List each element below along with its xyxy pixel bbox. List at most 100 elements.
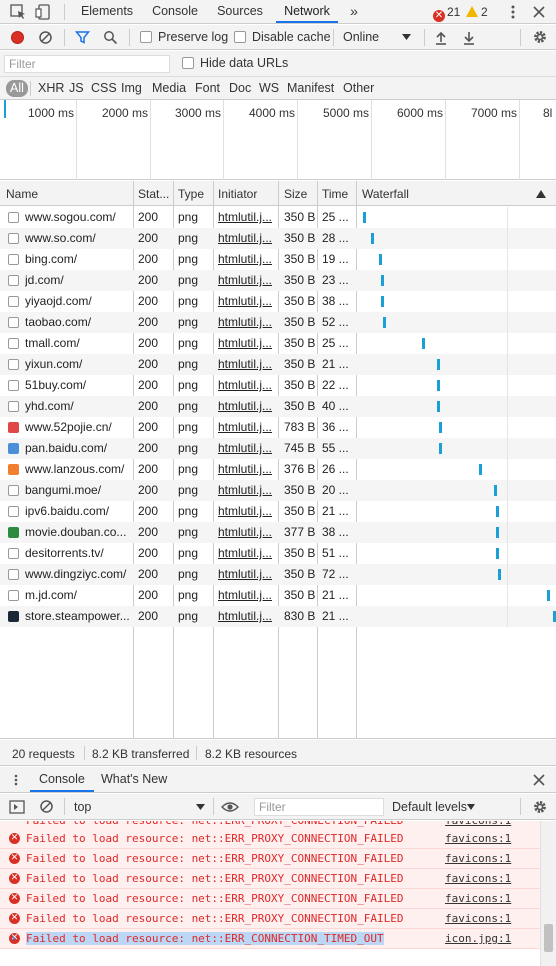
throttling-select[interactable]: Online [343, 30, 379, 44]
request-initiator-link[interactable]: htmlutil.j... [218, 252, 276, 266]
request-initiator-link[interactable]: htmlutil.j... [218, 315, 276, 329]
hide-data-urls-checkbox[interactable] [182, 57, 194, 69]
clear-console-icon[interactable] [39, 799, 54, 814]
request-initiator-link[interactable]: htmlutil.j... [218, 273, 276, 287]
table-row[interactable]: www.dingziyc.com/200 png htmlutil.j... 350 … [0, 564, 556, 585]
filter-input[interactable]: Filter [4, 55, 170, 73]
context-select[interactable]: top [74, 800, 91, 814]
table-row[interactable]: www.52pojie.cn/200 png htmlutil.j... 783 B 3… [0, 417, 556, 438]
request-name[interactable]: ipv6.baidu.com/ [25, 504, 131, 518]
column-size[interactable]: Size [284, 187, 307, 201]
table-row[interactable]: yixun.com/200 png htmlutil.j... 350 B 21 ... [0, 354, 556, 375]
type-css[interactable]: CSS [88, 80, 120, 97]
type-other[interactable]: Other [340, 80, 377, 97]
console-prompt-icon[interactable]: › [10, 931, 17, 945]
request-initiator-link[interactable]: htmlutil.j... [218, 546, 276, 560]
request-name[interactable]: jd.com/ [25, 273, 131, 287]
record-button[interactable] [11, 31, 24, 44]
export-har-icon[interactable] [462, 30, 476, 45]
close-icon[interactable] [530, 3, 548, 21]
request-name[interactable]: desitorrents.tv/ [25, 546, 131, 560]
request-initiator-link[interactable]: htmlutil.j... [218, 336, 276, 350]
request-name[interactable]: www.sogou.com/ [25, 210, 131, 224]
console-message-source[interactable]: favicons:1 [445, 872, 511, 885]
drawer-tab-console[interactable]: Console [30, 767, 94, 792]
console-message-source[interactable]: favicons:1 [445, 852, 511, 865]
request-initiator-link[interactable]: htmlutil.j... [218, 357, 276, 371]
request-initiator-link[interactable]: htmlutil.j... [218, 231, 276, 245]
error-count-badge[interactable]: ✕ 21 [433, 5, 460, 22]
filter-icon[interactable] [75, 30, 90, 45]
log-levels-select[interactable]: Default levels [392, 800, 467, 814]
table-row[interactable]: bangumi.moe/200 png htmlutil.j... 350 B 20 .… [0, 480, 556, 501]
table-row[interactable]: m.jd.com/200 png htmlutil.j... 350 B 21 ... [0, 585, 556, 606]
table-row[interactable]: yiyaojd.com/200 png htmlutil.j... 350 B 38 .… [0, 291, 556, 312]
console-filter-input[interactable]: Filter [254, 798, 384, 816]
console-message-source[interactable]: favicons:1 [445, 832, 511, 845]
request-name[interactable]: yiyaojd.com/ [25, 294, 131, 308]
request-name[interactable]: www.52pojie.cn/ [25, 420, 131, 434]
search-icon[interactable] [103, 30, 118, 45]
preserve-log-checkbox[interactable] [140, 31, 152, 43]
request-name[interactable]: tmall.com/ [25, 336, 131, 350]
type-js[interactable]: JS [66, 80, 87, 97]
request-initiator-link[interactable]: htmlutil.j... [218, 294, 276, 308]
request-name[interactable]: movie.douban.co... [25, 525, 131, 539]
import-har-icon[interactable] [434, 30, 448, 45]
request-initiator-link[interactable]: htmlutil.j... [218, 441, 276, 455]
type-ws[interactable]: WS [256, 80, 282, 97]
type-media[interactable]: Media [149, 80, 189, 97]
request-initiator-link[interactable]: htmlutil.j... [218, 525, 276, 539]
table-row[interactable]: bing.com/200 png htmlutil.j... 350 B 19 ... [0, 249, 556, 270]
eye-icon[interactable] [221, 801, 239, 813]
close-drawer-icon[interactable] [533, 774, 545, 786]
request-initiator-link[interactable]: htmlutil.j... [218, 567, 276, 581]
more-tabs-icon[interactable]: » [344, 0, 364, 23]
request-initiator-link[interactable]: htmlutil.j... [218, 609, 276, 623]
request-name[interactable]: www.so.com/ [25, 231, 131, 245]
request-name[interactable]: pan.baidu.com/ [25, 441, 131, 455]
type-xhr[interactable]: XHR [35, 80, 67, 97]
column-name[interactable]: Name [6, 187, 38, 201]
request-initiator-link[interactable]: htmlutil.j... [218, 462, 276, 476]
column-status[interactable]: Stat... [138, 187, 169, 201]
column-initiator[interactable]: Initiator [218, 187, 257, 201]
request-initiator-link[interactable]: htmlutil.j... [218, 399, 276, 413]
tab-sources[interactable]: Sources [212, 0, 268, 23]
request-name[interactable]: yixun.com/ [25, 357, 131, 371]
column-time[interactable]: Time [322, 187, 348, 201]
request-initiator-link[interactable]: htmlutil.j... [218, 504, 276, 518]
console-message-source[interactable]: favicons:1 [445, 821, 511, 827]
request-initiator-link[interactable]: htmlutil.j... [218, 588, 276, 602]
request-initiator-link[interactable]: htmlutil.j... [218, 420, 276, 434]
request-name[interactable]: www.lanzous.com/ [25, 462, 131, 476]
type-img[interactable]: Img [118, 80, 145, 97]
request-name[interactable]: 51buy.com/ [25, 378, 131, 392]
request-name[interactable]: bangumi.moe/ [25, 483, 131, 497]
disable-cache-checkbox[interactable] [234, 31, 246, 43]
table-row[interactable]: 51buy.com/200 png htmlutil.j... 350 B 22 ... [0, 375, 556, 396]
drawer-menu-icon[interactable] [10, 774, 22, 786]
table-row[interactable]: store.steampower... 200 png htmlutil.j... 83… [0, 606, 556, 627]
scrollbar-thumb[interactable] [544, 924, 553, 952]
console-message-source[interactable]: icon.jpg:1 [445, 932, 511, 945]
request-name[interactable]: m.jd.com/ [25, 588, 131, 602]
tab-console[interactable]: Console [146, 0, 204, 23]
column-waterfall[interactable]: Waterfall [362, 187, 409, 201]
table-row[interactable]: yhd.com/200 png htmlutil.j... 350 B 40 ... [0, 396, 556, 417]
request-name[interactable]: taobao.com/ [25, 315, 131, 329]
warning-count-badge[interactable]: 2 [466, 5, 488, 19]
table-row[interactable]: www.so.com/200 png htmlutil.j... 350 B 28 ..… [0, 228, 556, 249]
request-initiator-link[interactable]: htmlutil.j... [218, 483, 276, 497]
table-row[interactable]: taobao.com/200 png htmlutil.j... 350 B 52 ..… [0, 312, 556, 333]
clear-icon[interactable] [38, 30, 53, 45]
type-doc[interactable]: Doc [226, 80, 254, 97]
table-row[interactable]: ipv6.baidu.com/200 png htmlutil.j... 350 B 2… [0, 501, 556, 522]
request-name[interactable]: bing.com/ [25, 252, 131, 266]
console-message-source[interactable]: favicons:1 [445, 912, 511, 925]
gear-icon[interactable] [532, 29, 548, 45]
timeline-overview[interactable]: 1000 ms 2000 ms 3000 ms 4000 ms 5000 ms … [0, 100, 556, 180]
table-row[interactable]: pan.baidu.com/200 png htmlutil.j... 745 B 55… [0, 438, 556, 459]
device-toolbar-icon[interactable] [35, 3, 53, 21]
more-options-icon[interactable] [504, 3, 522, 21]
